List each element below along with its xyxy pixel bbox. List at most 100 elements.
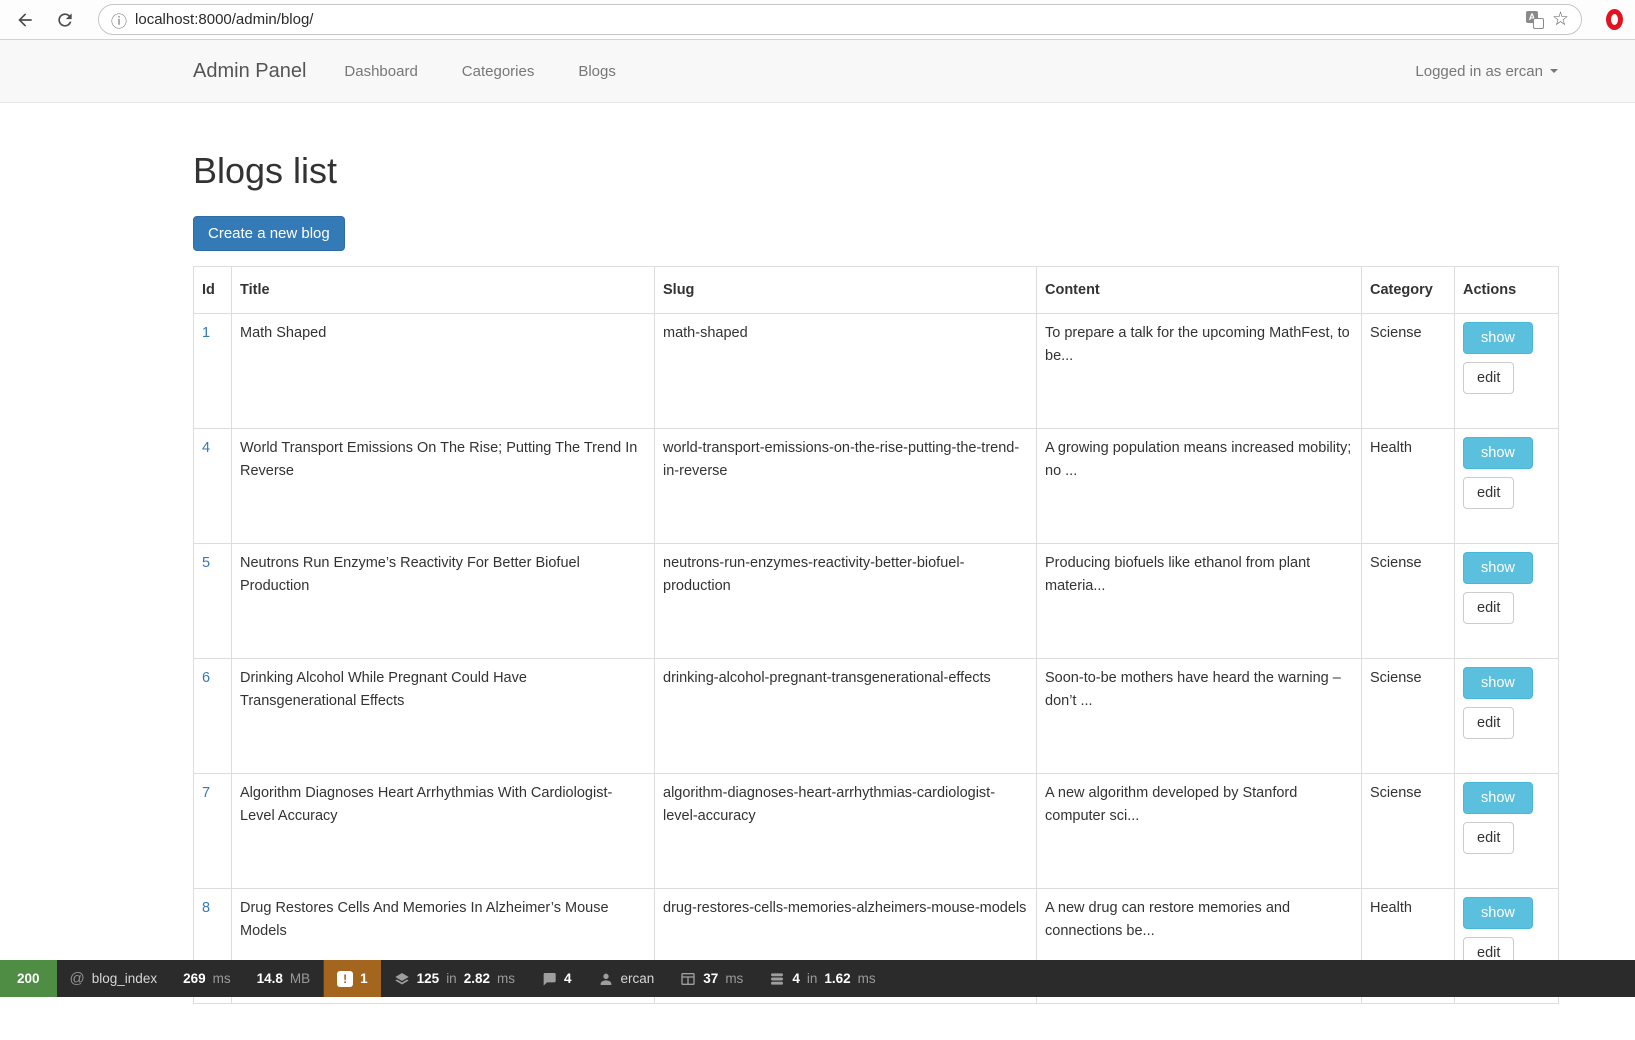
warning-icon: ! [337,970,354,987]
nav-link-blogs[interactable]: Blogs [578,63,616,80]
show-button[interactable]: show [1463,897,1533,930]
blog-id-link[interactable]: 5 [202,555,210,571]
edit-button[interactable]: edit [1463,362,1515,395]
main-content: Blogs list Create a new blog Id Title Sl… [193,150,1559,1005]
opera-logo-icon[interactable] [1606,9,1623,30]
show-button[interactable]: show [1463,552,1533,585]
layers-icon [394,972,409,984]
edit-button[interactable]: edit [1463,477,1515,510]
edit-button[interactable]: edit [1463,822,1515,855]
blog-content-cell: Soon-to-be mothers have heard the warnin… [1036,658,1362,775]
gate-segment[interactable]: 37 ms [667,960,756,997]
blog-content-cell: A new algorithm developed by Stanford co… [1036,773,1362,890]
table-header-row: Id Title Slug Content Category Actions [193,265,1559,315]
blog-content-cell: To prepare a talk for the upcoming MathF… [1036,313,1362,430]
queries-segment[interactable]: 125 in 2.82 ms [381,960,528,997]
route-segment[interactable]: @ blog_index [57,960,171,997]
session-segment[interactable]: 4 in 1.62 ms [756,960,888,997]
person-icon [600,973,611,985]
user-menu-label: Logged in as ercan [1415,62,1543,80]
table-icon [681,972,695,985]
blog-title-cell: World Transport Emissions On The Rise; P… [231,428,655,545]
route-icon: @ [69,970,85,987]
show-button[interactable]: show [1463,437,1533,470]
nav-link-categories[interactable]: Categories [462,63,535,80]
views-segment[interactable]: 4 [528,960,585,997]
blog-title-cell: Algorithm Diagnoses Heart Arrhythmias Wi… [231,773,655,890]
blog-actions-cell: show edit [1454,428,1559,545]
show-button[interactable]: show [1463,322,1533,355]
memory-segment[interactable]: 14.8 MB [244,960,324,997]
refresh-icon [58,12,72,27]
user-menu[interactable]: Logged in as ercan [1415,63,1558,80]
browser-chrome: ⓘ localhost:8000/admin/blog/ A ☆ [0,0,1635,40]
blog-actions-cell: show edit [1454,543,1559,660]
table-row: 7 Algorithm Diagnoses Heart Arrhythmias … [193,773,1559,890]
blog-id-cell: 4 [193,428,232,545]
refresh-button[interactable] [52,7,78,33]
back-arrow-icon [18,12,32,27]
create-new-blog-button[interactable]: Create a new blog [193,216,345,251]
nav-link-dashboard[interactable]: Dashboard [344,63,417,80]
blog-actions-cell: show edit [1454,313,1559,430]
blog-slug-cell: algorithm-diagnoses-heart-arrhythmias-ca… [654,773,1037,890]
time-segment[interactable]: 269 ms [170,960,244,997]
blog-id-link[interactable]: 8 [202,900,210,916]
show-button[interactable]: show [1463,782,1533,815]
blog-slug-cell: drinking-alcohol-pregnant-transgeneratio… [654,658,1037,775]
show-button[interactable]: show [1463,667,1533,700]
page-title: Blogs list [193,150,338,191]
blogs-table-body: 1 Math Shaped math-shaped To prepare a t… [193,313,1559,1005]
blog-category-cell: Sciense [1361,543,1455,660]
route-name: blog_index [91,971,158,986]
auth-user-name: ercan [620,971,655,986]
translate-icon[interactable]: A [1525,10,1544,29]
edit-button[interactable]: edit [1463,592,1515,625]
blog-title-cell: Drinking Alcohol While Pregnant Could Ha… [231,658,655,775]
warnings-segment[interactable]: ! 1 [324,960,381,997]
url-bar[interactable]: ⓘ localhost:8000/admin/blog/ A ☆ [98,4,1582,35]
blog-id-link[interactable]: 7 [202,785,210,801]
table-row: 5 Neutrons Run Enzyme’s Reactivity For B… [193,543,1559,660]
blog-id-cell: 5 [193,543,232,660]
blog-actions-cell: show edit [1454,773,1559,890]
header-title: Title [231,265,655,315]
blog-id-link[interactable]: 1 [202,325,210,341]
table-row: 1 Math Shaped math-shaped To prepare a t… [193,313,1559,430]
page-info-icon[interactable]: ⓘ [111,8,127,32]
blog-title-cell: Neutrons Run Enzyme’s Reactivity For Bet… [231,543,655,660]
blog-content-cell: A growing population means increased mob… [1036,428,1362,545]
back-button[interactable] [12,7,38,33]
blog-category-cell: Health [1361,428,1455,545]
auth-segment[interactable]: ercan [585,960,668,997]
blog-id-cell: 1 [193,313,232,430]
chevron-down-icon [1550,69,1558,73]
navbar: Admin Panel Dashboard Categories Blogs L… [0,40,1635,103]
url-text[interactable]: localhost:8000/admin/blog/ [135,11,1518,28]
status-badge: 200 [0,960,57,997]
debug-toolbar: 200 @ blog_index 269 ms 14.8 MB ! 1 125 in… [0,960,1635,997]
blog-id-cell: 7 [193,773,232,890]
header-id: Id [193,265,232,315]
blog-category-cell: Sciense [1361,658,1455,775]
blog-slug-cell: neutrons-run-enzymes-reactivity-better-b… [654,543,1037,660]
bookmark-star-icon[interactable]: ☆ [1552,8,1569,31]
edit-button[interactable]: edit [1463,707,1515,740]
blog-actions-cell: show edit [1454,658,1559,775]
blog-id-link[interactable]: 4 [202,440,210,456]
table-row: 6 Drinking Alcohol While Pregnant Could … [193,658,1559,775]
blog-category-cell: Sciense [1361,773,1455,890]
header-actions: Actions [1454,265,1559,315]
table-row: 4 World Transport Emissions On The Rise;… [193,428,1559,545]
header-category: Category [1361,265,1455,315]
header-content: Content [1036,265,1362,315]
brand-admin-panel[interactable]: Admin Panel [193,60,306,83]
blog-id-link[interactable]: 6 [202,670,210,686]
blogs-table: Id Title Slug Content Category Actions 1… [193,265,1559,1005]
blog-slug-cell: world-transport-emissions-on-the-rise-pu… [654,428,1037,545]
chat-icon [543,972,556,986]
blog-category-cell: Sciense [1361,313,1455,430]
blog-slug-cell: math-shaped [654,313,1037,430]
blog-content-cell: Producing biofuels like ethanol from pla… [1036,543,1362,660]
blog-title-cell: Math Shaped [231,313,655,430]
